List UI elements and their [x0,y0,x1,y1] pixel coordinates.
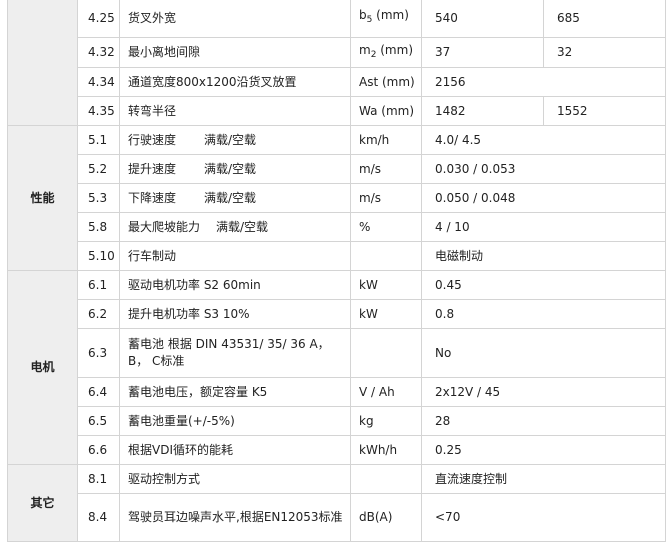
row-description: 提升电机功率 S3 10% [119,299,351,329]
row-value-1: 2156 [421,67,666,97]
row-value-2: 1552 [543,96,666,126]
row-description: 转弯半径 [119,96,351,126]
row-number: 8.4 [77,493,120,542]
section-motor: 电机 [7,270,78,465]
table-row: 8.4 驾驶员耳边噪声水平,根据EN12053标准 dB(A) <70 [8,493,666,542]
row-value-1: 0.050 / 0.048 [421,183,666,213]
row-unit: dB(A) [350,493,422,542]
row-description: 驾驶员耳边噪声水平,根据EN12053标准 [119,493,351,542]
row-value-2: 685 [543,0,666,38]
table-row: 5.10 行车制动 电磁制动 [8,241,666,271]
row-description: 最小离地间隙 [119,37,351,68]
row-number: 6.3 [77,328,120,378]
row-value-1: <70 [421,493,666,542]
row-unit: V / Ah [350,377,422,407]
row-number: 5.1 [77,125,120,155]
table-row: 4.35 转弯半径 Wa (mm) 1482 1552 [8,96,666,126]
row-value-1: 4 / 10 [421,212,666,242]
row-unit: kg [350,406,422,436]
table-row: 4.32 最小离地间隙 m2 (mm) 37 32 [8,37,666,68]
row-unit: m/s [350,183,422,213]
row-unit: % [350,212,422,242]
row-unit: kW [350,299,422,329]
row-value-1: 0.030 / 0.053 [421,154,666,184]
row-description: 驱动控制方式 [119,464,351,494]
row-unit: km/h [350,125,422,155]
row-description: 下降速度 满载/空载 [119,183,351,213]
row-number: 5.2 [77,154,120,184]
row-value-1: 电磁制动 [421,241,666,271]
row-number: 6.6 [77,435,120,465]
row-description: 行车制动 [119,241,351,271]
row-unit [350,464,422,494]
row-description: 提升速度 满载/空载 [119,154,351,184]
table-row: 6.3 蓄电池 根据 DIN 43531/ 35/ 36 A， B， C标准 N… [8,328,666,378]
table-row: 性能 5.1 行驶速度 满载/空载 km/h 4.0/ 4.5 [7,125,666,271]
table-row: 4.34 通道宽度800x1200沿货叉放置 Ast (mm) 2156 [8,67,666,97]
table-row: 6.5 蓄电池重量(+/-5%) kg 28 [8,406,666,436]
row-number: 6.5 [77,406,120,436]
row-value-1: No [421,328,666,378]
row-unit [350,241,422,271]
table-row: 5.8 最大爬坡能力 满载/空载 % 4 / 10 [8,212,666,242]
row-unit: m/s [350,154,422,184]
row-description: 通道宽度800x1200沿货叉放置 [119,67,351,97]
row-unit: b5 (mm) [350,0,422,38]
row-number: 4.32 [77,37,120,68]
table-row: 6.4 蓄电池电压，额定容量 K5 V / Ah 2x12V / 45 [8,377,666,407]
row-number: 4.35 [77,96,120,126]
row-description: 行驶速度 满载/空载 [119,125,351,155]
row-number: 4.34 [77,67,120,97]
row-value-1: 1482 [421,96,544,126]
section-blank [7,0,78,126]
row-number: 5.3 [77,183,120,213]
row-description: 根据VDI循环的能耗 [119,435,351,465]
row-description: 蓄电池 根据 DIN 43531/ 35/ 36 A， B， C标准 [119,328,351,378]
table-row: 5.2 提升速度 满载/空载 m/s 0.030 / 0.053 [8,154,666,184]
row-description: 驱动电机功率 S2 60min [119,270,351,300]
table-row: 5.3 下降速度 满载/空载 m/s 0.050 / 0.048 [8,183,666,213]
row-unit: Wa (mm) [350,96,422,126]
table-row: 6.6 根据VDI循环的能耗 kWh/h 0.25 [8,435,666,465]
row-value-1: 0.25 [421,435,666,465]
row-value-2: 32 [543,37,666,68]
row-number: 5.10 [77,241,120,271]
row-description: 货叉外宽 [119,0,351,38]
row-unit: kWh/h [350,435,422,465]
row-number: 4.25 [77,0,120,38]
row-value-1: 37 [421,37,544,68]
row-unit: kW [350,270,422,300]
row-number: 6.4 [77,377,120,407]
section-performance: 性能 [7,125,78,271]
row-number: 6.1 [77,270,120,300]
row-description: 蓄电池重量(+/-5%) [119,406,351,436]
spec-table: 4.25 货叉外宽 b5 (mm) 540 685 4.32 最小离地间隙 m2… [7,0,666,542]
row-number: 5.8 [77,212,120,242]
row-value-1: 2x12V / 45 [421,377,666,407]
row-value-1: 直流速度控制 [421,464,666,494]
table-row: 电机 6.1 驱动电机功率 S2 60min kW 0.45 [7,270,666,465]
row-description: 最大爬坡能力 满载/空载 [119,212,351,242]
table-row: 6.2 提升电机功率 S3 10% kW 0.8 [8,299,666,329]
table-row: 4.25 货叉外宽 b5 (mm) 540 685 [7,0,666,126]
row-value-1: 4.0/ 4.5 [421,125,666,155]
row-number: 6.2 [77,299,120,329]
table-row: 其它 8.1 驱动控制方式 直流速度控制 [7,464,666,542]
row-unit: Ast (mm) [350,67,422,97]
row-unit [350,328,422,378]
row-value-1: 28 [421,406,666,436]
row-value-1: 540 [421,0,544,38]
row-unit: m2 (mm) [350,37,422,68]
row-number: 8.1 [77,464,120,494]
row-description: 蓄电池电压，额定容量 K5 [119,377,351,407]
row-value-1: 0.45 [421,270,666,300]
section-other: 其它 [7,464,78,542]
row-value-1: 0.8 [421,299,666,329]
